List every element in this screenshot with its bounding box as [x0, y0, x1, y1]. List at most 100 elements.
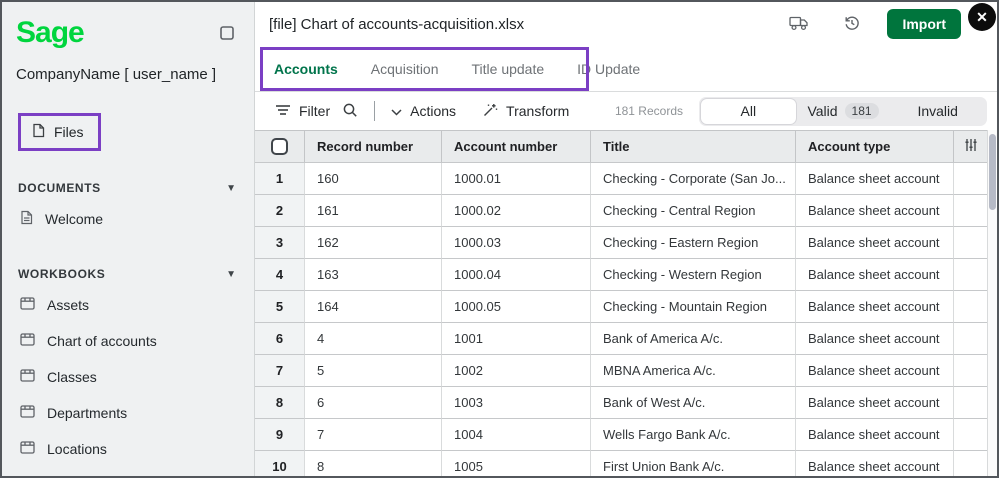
account-number-cell[interactable]: 1000.04 — [442, 259, 591, 291]
column-settings-header[interactable] — [954, 131, 987, 163]
record-number-cell[interactable]: 5 — [305, 355, 442, 387]
title-cell[interactable]: Checking - Mountain Region — [591, 291, 796, 323]
record-number-cell[interactable]: 8 — [305, 451, 442, 476]
column-header-account-number[interactable]: Account number — [442, 131, 591, 163]
workbooks-header-label: WORKBOOKS — [18, 267, 106, 281]
row-settings-cell — [954, 163, 987, 195]
row-number-cell[interactable]: 2 — [255, 195, 305, 227]
migrate-button[interactable] — [787, 13, 811, 36]
sidebar-item-departments[interactable]: Departments — [2, 395, 254, 431]
account-number-cell[interactable]: 1000.03 — [442, 227, 591, 259]
tab-acquisition[interactable]: Acquisition — [369, 46, 441, 91]
truck-icon — [789, 15, 809, 34]
tab-title-update[interactable]: Title update — [470, 46, 547, 91]
filter-lines-icon — [275, 103, 291, 120]
account-type-cell[interactable]: Balance sheet account — [796, 451, 954, 476]
account-type-cell[interactable]: Balance sheet account — [796, 195, 954, 227]
table-area: Record number Account number Title Account … — [255, 130, 997, 476]
filter-button[interactable]: Filter — [269, 99, 336, 124]
account-type-cell[interactable]: Balance sheet account — [796, 419, 954, 451]
workbook-icon — [20, 333, 35, 349]
close-overlay-button[interactable]: ✕ — [968, 3, 996, 31]
import-button[interactable]: Import — [887, 9, 961, 39]
record-number-cell[interactable]: 163 — [305, 259, 442, 291]
workbook-icon — [20, 369, 35, 385]
row-number-cell[interactable]: 6 — [255, 323, 305, 355]
title-cell[interactable]: First Union Bank A/c. — [591, 451, 796, 476]
record-number-cell[interactable]: 7 — [305, 419, 442, 451]
account-number-cell[interactable]: 1004 — [442, 419, 591, 451]
tab-accounts[interactable]: Accounts — [272, 46, 340, 91]
select-all-checkbox[interactable] — [271, 138, 288, 155]
segment-valid[interactable]: Valid 181 — [796, 99, 891, 124]
account-number-cell[interactable]: 1002 — [442, 355, 591, 387]
account-type-cell[interactable]: Balance sheet account — [796, 259, 954, 291]
title-cell[interactable]: Checking - Eastern Region — [591, 227, 796, 259]
segment-all[interactable]: All — [701, 98, 796, 124]
row-number-cell[interactable]: 8 — [255, 387, 305, 419]
sidebar-collapse-button[interactable] — [216, 22, 238, 47]
tab-bar: Accounts Acquisition Title update ID Update — [255, 46, 997, 92]
title-cell[interactable]: Bank of America A/c. — [591, 323, 796, 355]
title-cell[interactable]: Bank of West A/c. — [591, 387, 796, 419]
row-number-cell[interactable]: 5 — [255, 291, 305, 323]
record-number-cell[interactable]: 161 — [305, 195, 442, 227]
data-grid: Record number Account number Title Account … — [255, 130, 987, 476]
record-number-cell[interactable]: 162 — [305, 227, 442, 259]
account-number-cell[interactable]: 1000.02 — [442, 195, 591, 227]
row-number-cell[interactable]: 3 — [255, 227, 305, 259]
sidebar-item-classes[interactable]: Classes — [2, 359, 254, 395]
title-cell[interactable]: MBNA America A/c. — [591, 355, 796, 387]
sidebar-item-welcome[interactable]: Welcome — [2, 201, 254, 237]
record-number-cell[interactable]: 6 — [305, 387, 442, 419]
sidebar-item-locations[interactable]: Locations — [2, 431, 254, 467]
row-number-cell[interactable]: 9 — [255, 419, 305, 451]
title-cell[interactable]: Wells Fargo Bank A/c. — [591, 419, 796, 451]
title-cell[interactable]: Checking - Corporate (San Jo... — [591, 163, 796, 195]
files-button[interactable]: Files — [18, 113, 101, 151]
tab-id-update[interactable]: ID Update — [575, 46, 642, 91]
sidebar-item-statistical-accounts[interactable]: Statistical accounts — [2, 467, 254, 476]
vertical-scrollbar[interactable] — [987, 130, 997, 476]
segment-invalid[interactable]: Invalid — [890, 99, 985, 124]
account-type-cell[interactable]: Balance sheet account — [796, 163, 954, 195]
history-button[interactable] — [841, 12, 863, 37]
account-number-cell[interactable]: 1001 — [442, 323, 591, 355]
row-number-cell[interactable]: 10 — [255, 451, 305, 476]
actions-menu-button[interactable]: Actions — [385, 99, 462, 123]
record-number-cell[interactable]: 164 — [305, 291, 442, 323]
record-number-cell[interactable]: 160 — [305, 163, 442, 195]
account-number-cell[interactable]: 1005 — [442, 451, 591, 476]
sidebar-section-workbooks[interactable]: WORKBOOKS ▼ — [2, 267, 254, 281]
account-type-cell[interactable]: Balance sheet account — [796, 355, 954, 387]
row-number-cell[interactable]: 1 — [255, 163, 305, 195]
row-number-cell[interactable]: 4 — [255, 259, 305, 291]
account-number-cell[interactable]: 1003 — [442, 387, 591, 419]
row-settings-cell — [954, 451, 987, 476]
column-header-account-type[interactable]: Account type — [796, 131, 954, 163]
account-number-cell[interactable]: 1000.05 — [442, 291, 591, 323]
sidebar-item-assets[interactable]: Assets — [2, 287, 254, 323]
title-cell[interactable]: Checking - Central Region — [591, 195, 796, 227]
app-window: Sage CompanyName [ user_name ] Files DOC… — [0, 0, 999, 478]
record-number-cell[interactable]: 4 — [305, 323, 442, 355]
sidebar-item-chart-of-accounts[interactable]: Chart of accounts — [2, 323, 254, 359]
sidebar-section-documents[interactable]: DOCUMENTS ▼ — [2, 181, 254, 195]
scrollbar-thumb[interactable] — [989, 134, 996, 210]
main-panel: [file] Chart of accounts-acquisition.xls… — [255, 2, 997, 476]
account-number-cell[interactable]: 1000.01 — [442, 163, 591, 195]
row-number-cell[interactable]: 7 — [255, 355, 305, 387]
column-header-title[interactable]: Title — [591, 131, 796, 163]
search-button[interactable] — [336, 98, 364, 125]
title-cell[interactable]: Checking - Western Region — [591, 259, 796, 291]
account-type-cell[interactable]: Balance sheet account — [796, 227, 954, 259]
account-type-cell[interactable]: Balance sheet account — [796, 291, 954, 323]
account-type-cell[interactable]: Balance sheet account — [796, 323, 954, 355]
chevron-down-icon: ▼ — [226, 268, 236, 280]
sidebar-item-label: Classes — [47, 369, 97, 385]
column-header-record-number[interactable]: Record number — [305, 131, 442, 163]
workbooks-list: Assets Chart of accounts Classes Department… — [2, 287, 254, 476]
transform-button[interactable]: Transform — [476, 98, 575, 125]
sidebar: Sage CompanyName [ user_name ] Files DOC… — [2, 2, 255, 476]
account-type-cell[interactable]: Balance sheet account — [796, 387, 954, 419]
